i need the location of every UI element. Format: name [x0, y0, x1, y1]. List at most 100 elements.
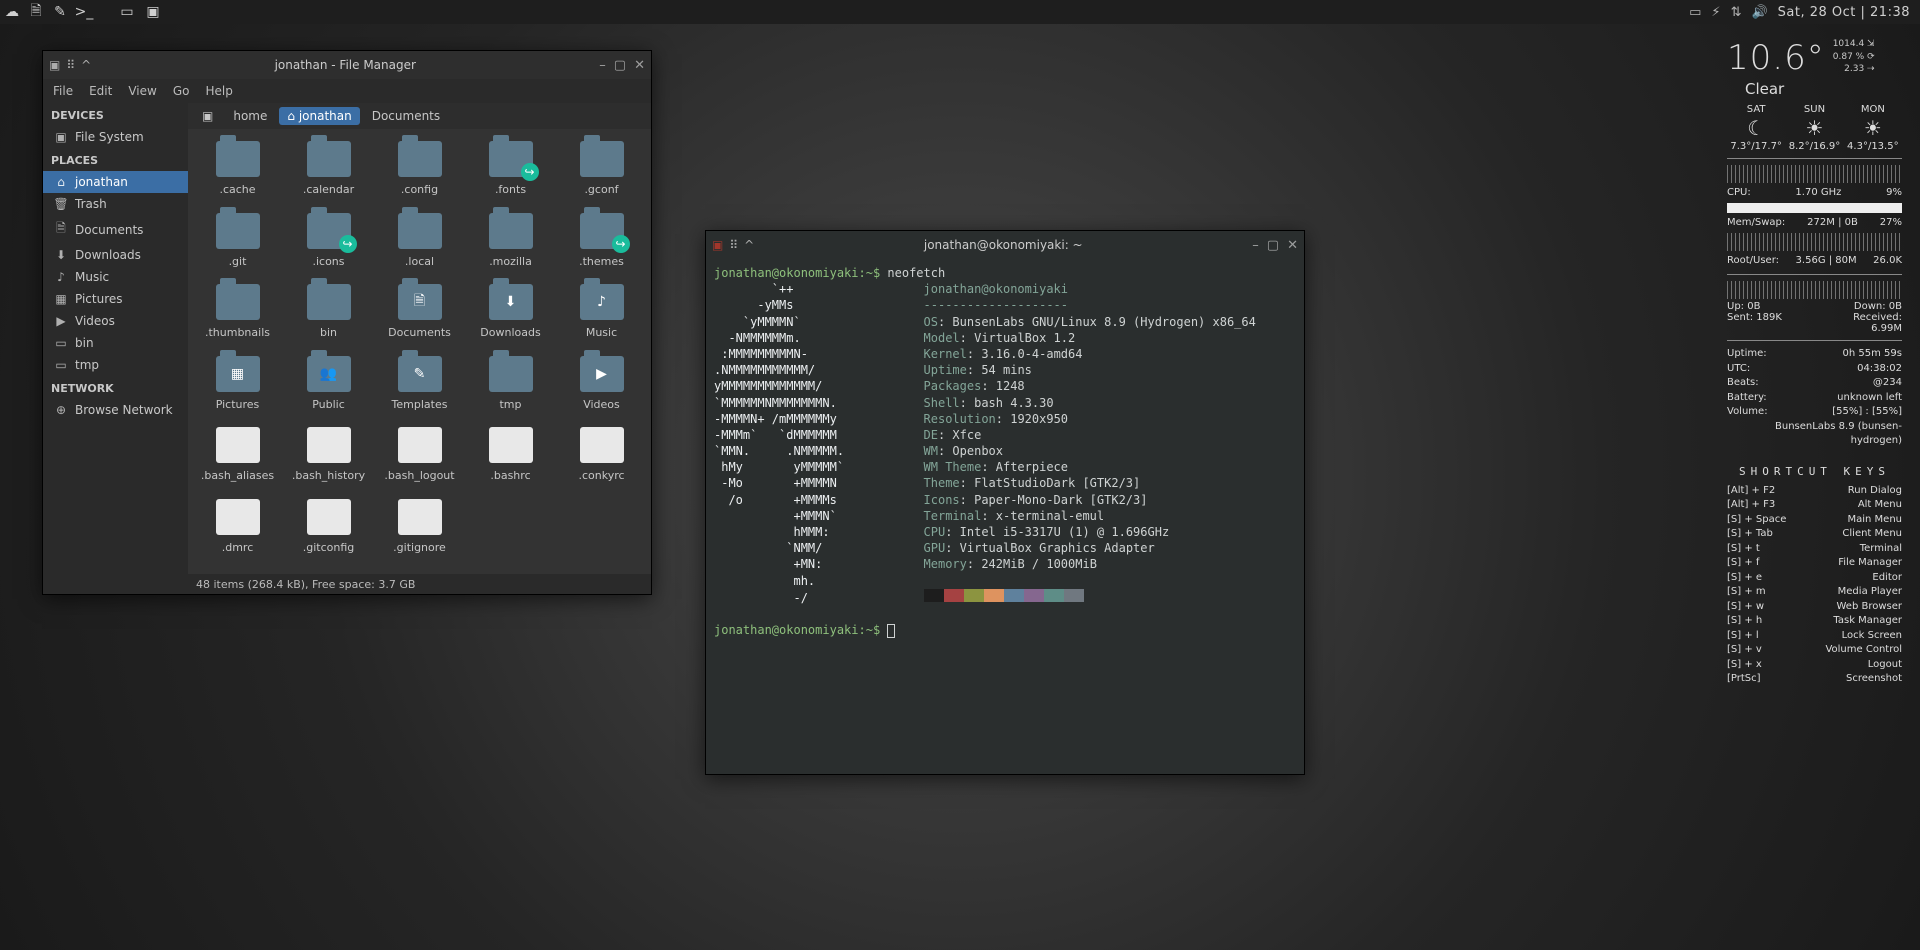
file-label: .cache — [219, 183, 255, 196]
sidebar-item-file-system[interactable]: ▣File System — [43, 126, 188, 148]
file-item[interactable]: tmp — [467, 356, 554, 420]
terminal-task-icon[interactable]: ▣ — [140, 0, 166, 24]
file-item[interactable]: ↪.icons — [285, 213, 372, 277]
path-segment[interactable]: ▣ — [194, 107, 221, 125]
file-item[interactable]: .bash_aliases — [194, 427, 281, 491]
sidebar-icon: ▶ — [53, 314, 69, 328]
network-icon[interactable]: ⇅ — [1731, 5, 1742, 20]
file-item[interactable]: 👥Public — [285, 356, 372, 420]
grid-icon[interactable]: ⠿ — [66, 58, 75, 72]
sidebar-item-jonathan[interactable]: ⌂jonathan — [43, 171, 188, 193]
file-item[interactable]: ▶Videos — [558, 356, 645, 420]
up-icon[interactable]: ^ — [744, 238, 754, 252]
file-icon — [398, 427, 442, 463]
folder-icon — [307, 141, 351, 177]
term-titlebar[interactable]: ▣⠿^ jonathan@okonomiyaki: ~ –▢✕ — [706, 231, 1304, 259]
file-label: .gconf — [584, 183, 618, 196]
file-manager-window[interactable]: ▣⠿^ jonathan - File Manager –▢✕ FileEdit… — [42, 50, 652, 595]
terminal-body[interactable]: jonathan@okonomiyaki:~$ neofetch `++ jon… — [706, 259, 1304, 774]
file-item[interactable]: ✎Templates — [376, 356, 463, 420]
file-item[interactable]: .config — [376, 141, 463, 205]
file-item[interactable]: .gconf — [558, 141, 645, 205]
fm-titlebar[interactable]: ▣⠿^ jonathan - File Manager –▢✕ — [43, 51, 651, 79]
file-icon — [489, 427, 533, 463]
files-icon[interactable]: 🗎 — [24, 0, 48, 24]
file-item[interactable]: .bash_logout — [376, 427, 463, 491]
path-segment[interactable]: Documents — [364, 107, 448, 125]
file-item[interactable]: bin — [285, 284, 372, 348]
file-item[interactable]: .mozilla — [467, 213, 554, 277]
shortcut-row: [S] + TabClient Menu — [1727, 527, 1902, 542]
minimize-icon[interactable]: – — [1252, 238, 1259, 253]
path-segment[interactable]: ⌂ jonathan — [279, 107, 359, 125]
menu-file[interactable]: File — [53, 84, 73, 98]
cloud-icon[interactable]: ☁ — [0, 0, 24, 24]
clock[interactable]: Sat, 28 Oct | 21:38 — [1778, 5, 1910, 20]
sidebar-icon: ▦ — [53, 292, 69, 306]
file-item[interactable]: ↪.themes — [558, 213, 645, 277]
file-item[interactable]: .cache — [194, 141, 281, 205]
maximize-icon[interactable]: ▢ — [614, 58, 626, 73]
folder-icon: ↪ — [580, 213, 624, 249]
menu-go[interactable]: Go — [173, 84, 190, 98]
fm-sidebar[interactable]: DEVICES▣File SystemPLACES⌂jonathan🗑Trash… — [43, 103, 188, 594]
maximize-icon[interactable]: ▢ — [1267, 238, 1279, 253]
sidebar-item-bin[interactable]: ▭bin — [43, 332, 188, 354]
menu-view[interactable]: View — [128, 84, 156, 98]
volume-icon[interactable]: 🔊 — [1751, 5, 1767, 20]
battery-icon[interactable]: ⚡ — [1711, 5, 1720, 20]
fm-pathbar[interactable]: ▣ home⌂ jonathan Documents — [188, 103, 651, 129]
sidebar-label: Documents — [75, 223, 143, 237]
file-label: .config — [401, 183, 438, 196]
file-item[interactable]: .git — [194, 213, 281, 277]
file-item[interactable]: .calendar — [285, 141, 372, 205]
sidebar-item-tmp[interactable]: ▭tmp — [43, 354, 188, 376]
up-icon[interactable]: ^ — [81, 58, 91, 72]
folder-icon: 👥 — [307, 356, 351, 392]
file-item[interactable]: .dmrc — [194, 499, 281, 563]
fm-menubar[interactable]: File Edit View Go Help — [43, 79, 651, 103]
folder-icon — [398, 213, 442, 249]
editor-icon[interactable]: ✎ — [48, 0, 72, 24]
minimize-icon[interactable]: – — [599, 58, 606, 73]
file-item[interactable]: ♪Music — [558, 284, 645, 348]
file-item[interactable]: .gitignore — [376, 499, 463, 563]
folder-icon — [489, 213, 533, 249]
file-item[interactable]: .local — [376, 213, 463, 277]
file-label: .local — [405, 255, 434, 268]
sidebar-item-documents[interactable]: 🗎 Documents — [43, 215, 188, 244]
sidebar-item-downloads[interactable]: ⬇Downloads — [43, 244, 188, 266]
menu-edit[interactable]: Edit — [89, 84, 112, 98]
window-icon[interactable]: ▭ — [1689, 5, 1701, 20]
file-item[interactable]: .thumbnails — [194, 284, 281, 348]
path-segment[interactable]: home — [225, 107, 275, 125]
sidebar-icon: 🗎 — [53, 219, 69, 240]
close-icon[interactable]: ✕ — [1287, 238, 1298, 253]
file-item[interactable]: .conkyrc — [558, 427, 645, 491]
file-item[interactable]: 🗎Documents — [376, 284, 463, 348]
sidebar-icon: ⌂ — [53, 175, 69, 189]
terminal-icon[interactable]: >_ — [72, 0, 96, 24]
filemanager-task-icon[interactable]: ▭ — [114, 0, 140, 24]
file-label: .fonts — [495, 183, 526, 196]
file-item[interactable]: .gitconfig — [285, 499, 372, 563]
sidebar-item-trash[interactable]: 🗑Trash — [43, 193, 188, 215]
sidebar-item-browse-network[interactable]: ⊕Browse Network — [43, 399, 188, 421]
grid-icon[interactable]: ⠿ — [729, 238, 738, 252]
file-item[interactable]: ↪.fonts — [467, 141, 554, 205]
file-item[interactable]: .bash_history — [285, 427, 372, 491]
close-icon[interactable]: ✕ — [634, 58, 645, 73]
file-item[interactable]: .bashrc — [467, 427, 554, 491]
sidebar-item-pictures[interactable]: ▦Pictures — [43, 288, 188, 310]
sidebar-item-videos[interactable]: ▶Videos — [43, 310, 188, 332]
menu-help[interactable]: Help — [205, 84, 232, 98]
file-item[interactable]: ▦Pictures — [194, 356, 281, 420]
shortcut-row: [S] + xLogout — [1727, 658, 1902, 673]
file-item[interactable]: ⬇Downloads — [467, 284, 554, 348]
sidebar-item-music[interactable]: ♪Music — [43, 266, 188, 288]
file-label: .conkyrc — [578, 469, 624, 482]
fm-grid[interactable]: .cache.calendar.config↪.fonts.gconf.git↪… — [188, 129, 651, 574]
shortcut-row: [S] + mMedia Player — [1727, 585, 1902, 600]
sidebar-label: Trash — [75, 197, 107, 211]
terminal-window[interactable]: ▣⠿^ jonathan@okonomiyaki: ~ –▢✕ jonathan… — [705, 230, 1305, 775]
